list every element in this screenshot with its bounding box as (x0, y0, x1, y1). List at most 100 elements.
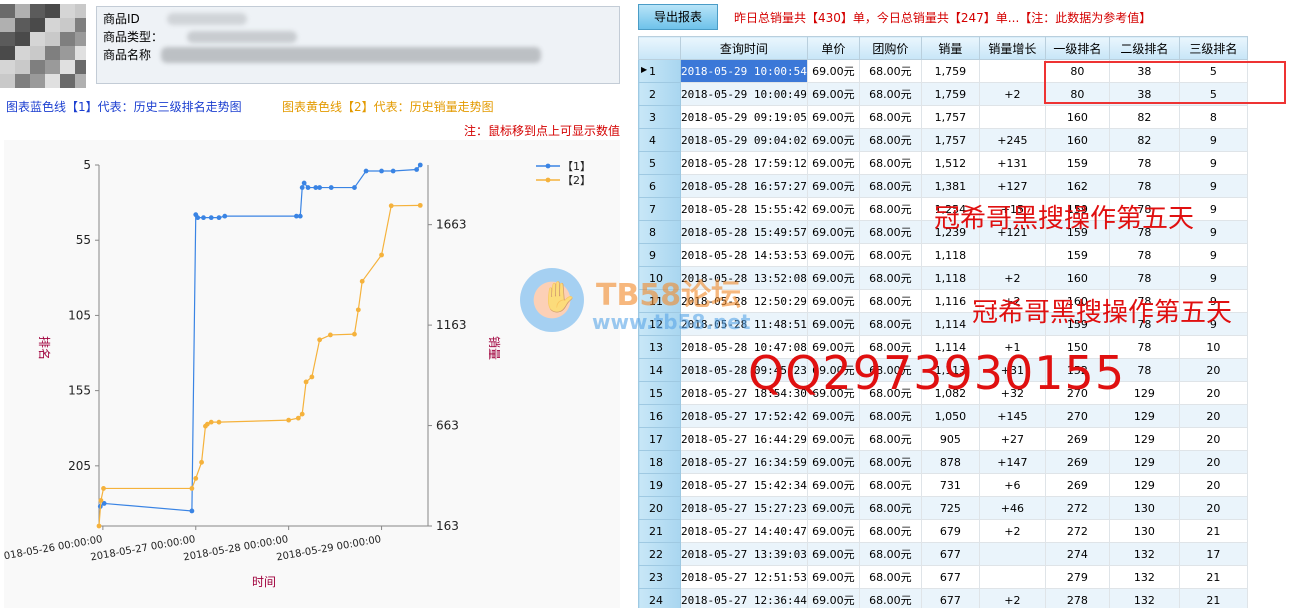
table-row[interactable]: 16 2018-05-27 17:52:42 69.00元 68.00元 1,050 +1… (638, 404, 1248, 428)
table-cell: 1,757 (920, 105, 980, 129)
table-cell: +2 (978, 266, 1046, 290)
product-info-box: 商品ID 商品类型： 商品名称 (96, 6, 620, 84)
table-header: 查询时间 单价 团购价 销量 销量增长 一级排名 二级排名 三级排名 (638, 36, 1248, 60)
table-cell: 21 (1178, 519, 1248, 543)
table-cell: 9 (1178, 243, 1248, 267)
thumbnail-pixel (75, 74, 86, 88)
table-cell: 160 (1044, 266, 1110, 290)
row-header[interactable]: 14 (638, 358, 681, 382)
table-cell: 69.00元 (806, 266, 860, 290)
x-axis-label: 时间 (252, 575, 276, 589)
row-header[interactable]: 15 (638, 381, 681, 405)
row-header[interactable]: 6 (638, 174, 681, 198)
row-header[interactable]: 20 (638, 496, 681, 520)
row-header[interactable]: 24 (638, 588, 681, 608)
column-header[interactable]: 三级排名 (1178, 36, 1248, 60)
row-header[interactable]: 23 (638, 565, 681, 589)
table-cell: 68.00元 (858, 473, 922, 497)
column-header[interactable]: 单价 (806, 36, 860, 60)
row-header[interactable]: 16 (638, 404, 681, 428)
row-header[interactable]: 19 (638, 473, 681, 497)
row-header[interactable]: 9 (638, 243, 681, 267)
thumbnail-pixel (30, 4, 45, 18)
table-cell: +2 (978, 82, 1046, 106)
table-cell: 132 (1108, 542, 1180, 566)
column-header[interactable]: 销量增长 (978, 36, 1046, 60)
thumbnail-pixel (75, 4, 86, 18)
table-row[interactable]: 23 2018-05-27 12:51:53 69.00元 68.00元 677 279 1… (638, 565, 1248, 589)
row-header[interactable]: 4 (638, 128, 681, 152)
row-header[interactable]: 18 (638, 450, 681, 474)
row-header[interactable]: 21 (638, 519, 681, 543)
table-cell: 9 (1178, 128, 1248, 152)
table-row[interactable]: 9 2018-05-28 14:53:53 69.00元 68.00元 1,118 159… (638, 243, 1248, 267)
row-header[interactable]: 17 (638, 427, 681, 451)
row-header[interactable]: 7 (638, 197, 681, 221)
legend-label: 【2】 (562, 174, 591, 187)
table-row[interactable]: 19 2018-05-27 15:42:34 69.00元 68.00元 731 +6 26… (638, 473, 1248, 497)
data-point (309, 374, 315, 380)
logo-brand: TB58论坛 (596, 278, 742, 313)
table-row[interactable]: 21 2018-05-27 14:40:47 69.00元 68.00元 679 +2 27… (638, 519, 1248, 543)
table-row[interactable]: 6 2018-05-28 16:57:27 69.00元 68.00元 1,381 +12… (638, 174, 1248, 198)
column-header[interactable]: 二级排名 (1108, 36, 1180, 60)
table-cell: 69.00元 (806, 312, 860, 336)
column-header[interactable]: 销量 (920, 36, 980, 60)
table-cell: 68.00元 (858, 565, 922, 589)
data-point (303, 379, 309, 385)
row-header[interactable]: 22 (638, 542, 681, 566)
table-cell: 69.00元 (806, 588, 860, 608)
export-report-button[interactable]: 导出报表 (638, 4, 718, 30)
table-cell: 269 (1044, 473, 1110, 497)
thumbnail-pixel (60, 32, 75, 46)
row-header[interactable]: 2 (638, 82, 681, 106)
table-row[interactable]: 22 2018-05-27 13:39:03 69.00元 68.00元 677 274 1… (638, 542, 1248, 566)
column-header[interactable]: 一级排名 (1044, 36, 1110, 60)
product-id-label: 商品ID (103, 12, 140, 26)
data-point (299, 411, 305, 417)
table-cell: 68.00元 (858, 427, 922, 451)
thumbnail-pixel (45, 32, 60, 46)
table-cell: 1,050 (920, 404, 980, 428)
row-header[interactable]: 1 (638, 59, 681, 83)
table-cell: 1,381 (920, 174, 980, 198)
table-cell: 130 (1108, 519, 1180, 543)
row-header[interactable]: 5 (638, 151, 681, 175)
y-left-tick-label: 105 (68, 308, 91, 322)
table-row[interactable]: 18 2018-05-27 16:34:59 69.00元 68.00元 878 +147… (638, 450, 1248, 474)
thumbnail-pixel (30, 32, 45, 46)
table-row[interactable]: 5 2018-05-28 17:59:12 69.00元 68.00元 1,512 +13… (638, 151, 1248, 175)
column-header[interactable]: 查询时间 (680, 36, 808, 60)
data-point (216, 419, 222, 425)
thumbnail-pixel (45, 60, 60, 74)
row-header[interactable]: 13 (638, 335, 681, 359)
table-row[interactable]: 17 2018-05-27 16:44:29 69.00元 68.00元 905 +27 2… (638, 427, 1248, 451)
table-cell: 8 (1178, 105, 1248, 129)
table-cell: 68.00元 (858, 450, 922, 474)
thumbnail-pixel (45, 18, 60, 32)
table-row[interactable]: 20 2018-05-27 15:27:23 69.00元 68.00元 725 +46 2… (638, 496, 1248, 520)
table-cell: +6 (978, 473, 1046, 497)
table-row[interactable]: 3 2018-05-29 09:19:05 69.00元 68.00元 1,757 160… (638, 105, 1248, 129)
cell-query-time: 2018-05-27 12:36:44 (680, 588, 808, 608)
table-row[interactable]: 24 2018-05-27 12:36:44 69.00元 68.00元 677 +2 27… (638, 588, 1248, 608)
chart-svg[interactable]: 555105155205163663116316632018-05-26 00:… (4, 140, 620, 608)
legend-label: 【1】 (562, 160, 591, 173)
column-header[interactable]: 团购价 (858, 36, 922, 60)
row-header[interactable]: 8 (638, 220, 681, 244)
trend-chart[interactable]: 5 55 105 155 205 163 663 1163 1663 2018-05-26 00:… (4, 140, 620, 608)
table-cell: 68.00元 (858, 312, 922, 336)
table-cell: 69.00元 (806, 450, 860, 474)
y-right-tick-label: 163 (436, 519, 459, 533)
table-cell: 160 (1044, 105, 1110, 129)
thumbnail-pixel (30, 60, 45, 74)
legend-note-rank: 图表蓝色线【1】代表：历史三级排名走势图 (6, 100, 242, 114)
data-point (297, 213, 303, 219)
row-header[interactable]: 3 (638, 105, 681, 129)
table-cell: 68.00元 (858, 542, 922, 566)
cell-query-time: 2018-05-27 16:44:29 (680, 427, 808, 451)
thumbnail-pixel (75, 60, 86, 74)
cell-query-time: 2018-05-27 14:40:47 (680, 519, 808, 543)
table-cell (978, 105, 1046, 129)
table-row[interactable]: 4 2018-05-29 09:04:02 69.00元 68.00元 1,757 +24… (638, 128, 1248, 152)
